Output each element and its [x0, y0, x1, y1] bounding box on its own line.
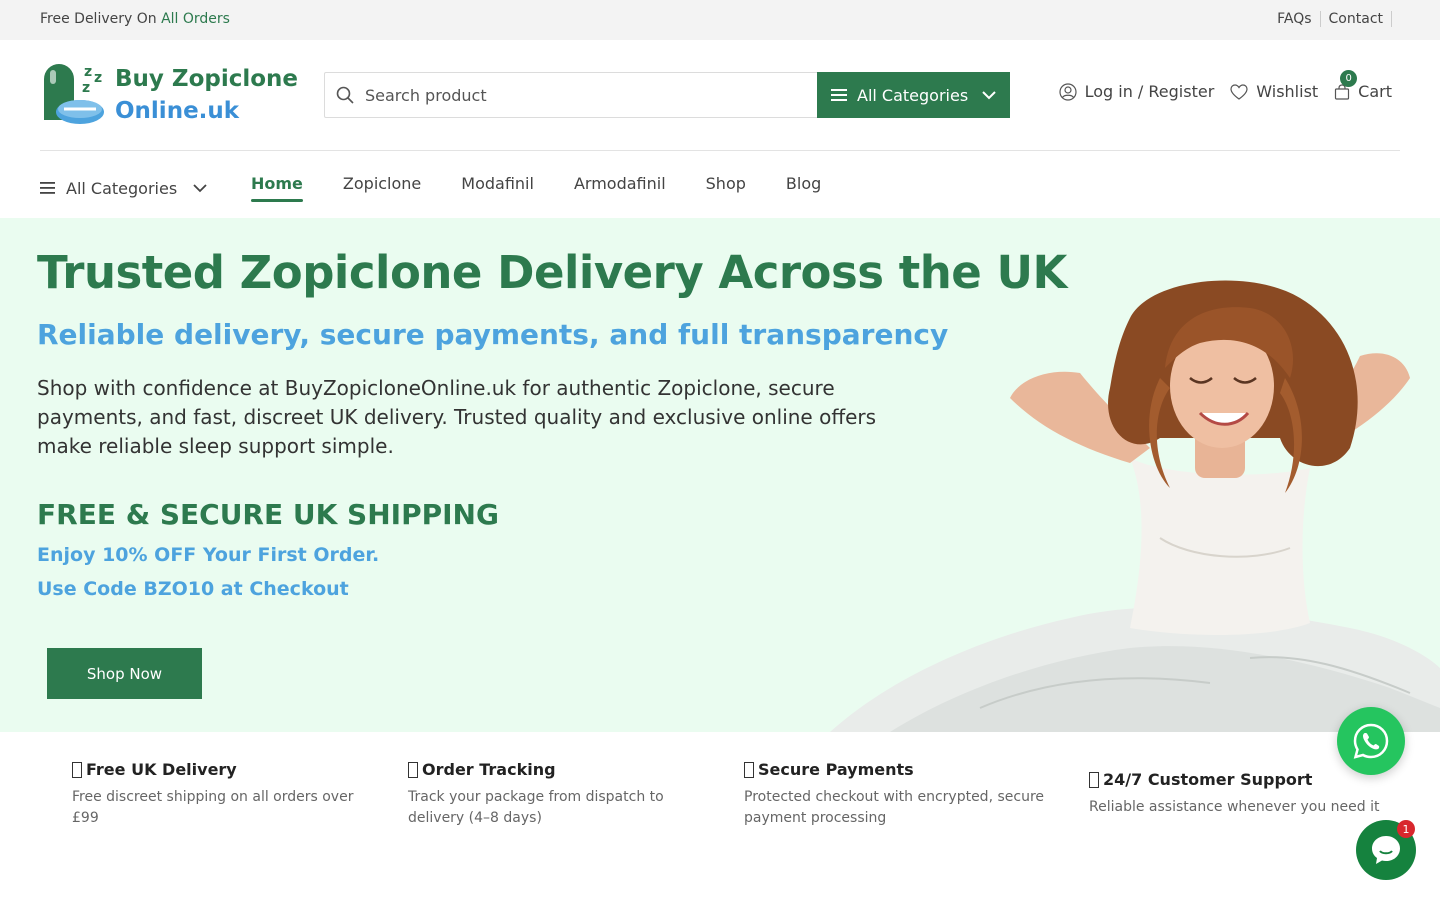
feature-description: Reliable assistance whenever you need it [1089, 799, 1380, 815]
lock-icon [744, 761, 754, 778]
svg-text:z: z [82, 80, 90, 96]
promo-line-1: Enjoy 10% OFF Your First Order. [37, 544, 380, 566]
whatsapp-icon [1353, 723, 1389, 759]
all-categories-menu[interactable]: All Categories [40, 179, 251, 198]
logo-text-line1: Buy Zopiclone [115, 66, 299, 92]
delivery-promo-accent: All Orders [161, 11, 230, 27]
header-actions: Log in / Register Wishlist 0 Cart [1058, 70, 1392, 101]
cart-label: Cart [1358, 82, 1392, 101]
delivery-promo: Free Delivery On All Orders [40, 11, 230, 27]
feature-description: Protected checkout with encrypted, secur… [744, 789, 1045, 826]
promo-line-2: Use Code BZO10 at Checkout [37, 578, 349, 600]
nav-zopiclone[interactable]: Zopiclone [343, 172, 421, 204]
nav-shop[interactable]: Shop [706, 172, 746, 204]
top-links: FAQs Contact [1269, 11, 1392, 27]
tracking-icon [408, 761, 418, 778]
feature-title: 24/7 Customer Support [1103, 770, 1313, 789]
nav-modafinil[interactable]: Modafinil [461, 172, 534, 204]
menu-icon [831, 89, 847, 101]
login-register-link[interactable]: Log in / Register [1058, 82, 1215, 101]
contact-link[interactable]: Contact [1321, 11, 1392, 27]
hero-title: Trusted Zopiclone Delivery Across the UK [37, 246, 1067, 299]
whatsapp-button[interactable] [1337, 707, 1405, 775]
nav-home[interactable]: Home [251, 172, 303, 204]
category-dropdown-button[interactable]: All Categories [817, 72, 1010, 118]
chat-bubble-icon [1372, 836, 1400, 864]
chevron-down-icon [193, 183, 207, 192]
login-register-label: Log in / Register [1084, 82, 1215, 101]
site-logo[interactable]: z z z Buy Zopiclone Online.uk [42, 60, 298, 130]
main-nav: All Categories Home Zopiclone Modafinil … [40, 172, 861, 204]
feature-description: Free discreet shipping on all orders ove… [72, 789, 354, 826]
search-bar: All Categories [324, 72, 1010, 118]
nav-blog[interactable]: Blog [786, 172, 821, 204]
search-input[interactable] [365, 73, 817, 117]
feature-title: Order Tracking [422, 760, 556, 779]
feature-title: Secure Payments [758, 760, 914, 779]
menu-icon [40, 182, 55, 194]
feature-secure-payments: Secure Payments Protected checkout with … [744, 760, 1044, 829]
heart-icon [1230, 83, 1248, 100]
top-bar: Free Delivery On All Orders FAQs Contact [0, 0, 1440, 40]
chevron-down-icon [982, 90, 996, 99]
logo-pill-icon: z z z [44, 64, 104, 124]
user-icon [1058, 82, 1077, 101]
faqs-link[interactable]: FAQs [1269, 11, 1321, 27]
feature-order-tracking: Order Tracking Track your package from d… [408, 760, 708, 829]
logo-text-line2: Online.uk [115, 98, 240, 124]
shop-now-button[interactable]: Shop Now [47, 648, 202, 699]
support-icon [1089, 771, 1099, 788]
wishlist-label: Wishlist [1256, 82, 1319, 101]
search-icon[interactable] [325, 73, 365, 117]
cart-link[interactable]: 0 Cart [1334, 70, 1392, 101]
shipping-heading: FREE & SECURE UK SHIPPING [37, 498, 499, 531]
truck-icon [72, 761, 82, 778]
hero-description: Shop with confidence at BuyZopicloneOnli… [37, 376, 877, 458]
all-categories-label: All Categories [66, 178, 178, 198]
category-dropdown-label: All Categories [857, 85, 969, 105]
feature-customer-support: 24/7 Customer Support Reliable assistanc… [1089, 770, 1389, 818]
delivery-promo-text: Free Delivery On [40, 11, 157, 27]
wishlist-link[interactable]: Wishlist [1230, 82, 1318, 101]
nav-armodafinil[interactable]: Armodafinil [574, 172, 666, 204]
feature-description: Track your package from dispatch to deli… [408, 789, 664, 826]
cart-count-badge: 0 [1340, 70, 1358, 87]
svg-text:z: z [84, 64, 92, 80]
chat-unread-badge: 1 [1397, 820, 1415, 838]
hero-subtitle: Reliable delivery, secure payments, and … [37, 318, 949, 351]
header-divider [40, 150, 1400, 151]
svg-text:z: z [94, 70, 102, 86]
feature-free-delivery: Free UK Delivery Free discreet shipping … [72, 760, 372, 829]
feature-title: Free UK Delivery [86, 760, 237, 779]
hero-banner: Trusted Zopiclone Delivery Across the UK… [0, 218, 1440, 732]
